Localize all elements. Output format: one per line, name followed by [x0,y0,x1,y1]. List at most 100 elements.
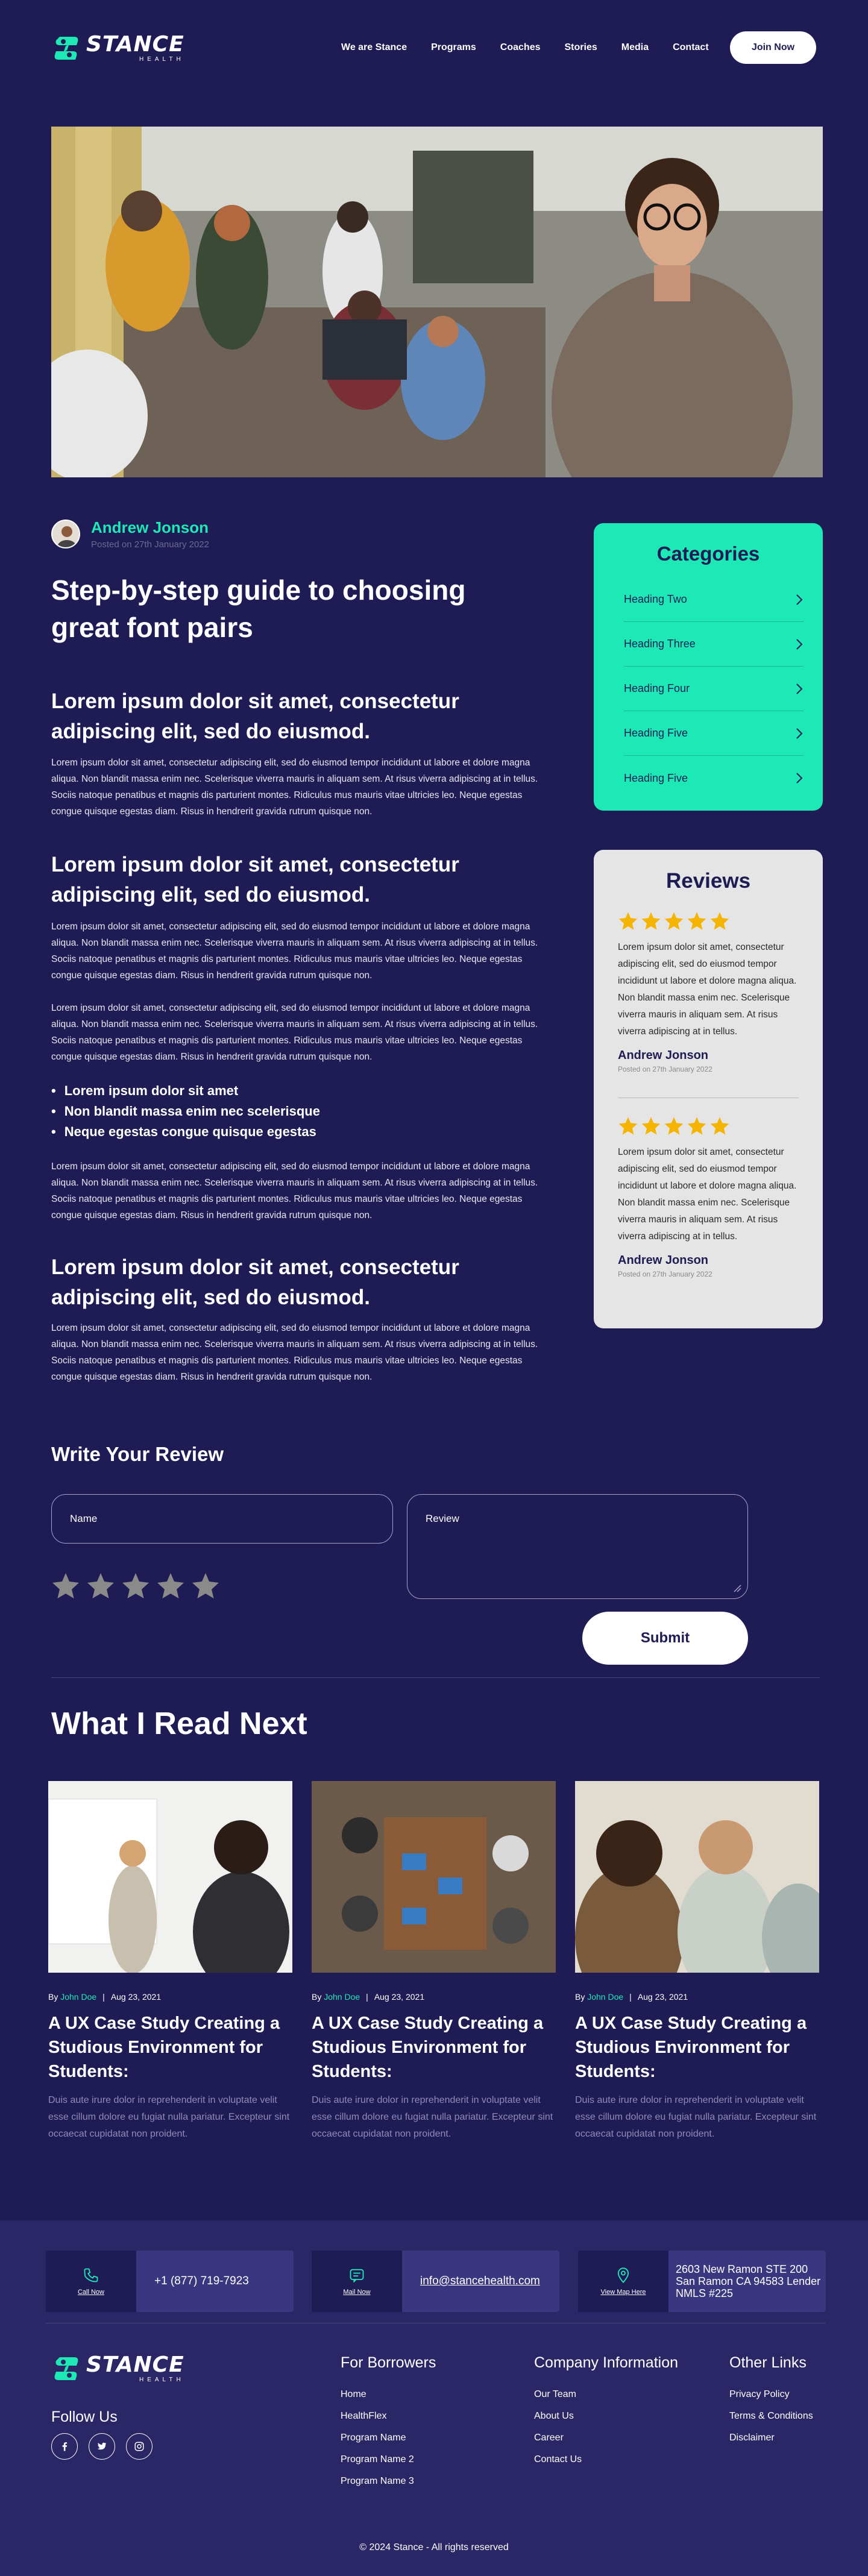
article-card[interactable]: By John Doe | Aug 23, 2021 A UX Case Stu… [575,1781,819,2143]
category-item[interactable]: Heading Four [624,667,804,711]
star-icon[interactable] [156,1572,185,1600]
reviews-panel: Reviews Lorem ipsum dolor sit amet, cons… [594,850,823,1328]
category-item[interactable]: Heading Five [624,711,804,756]
join-now-button[interactable]: Join Now [730,31,816,64]
contact-address[interactable]: View Map Here 2603 New Ramon STE 200 San… [578,2251,826,2312]
logo-mark-icon [54,37,78,60]
card-by: By [48,1992,58,2002]
nav-media[interactable]: Media [621,42,649,53]
review-text: Lorem ipsum dolor sit amet, consectetur … [618,942,797,1037]
card-author[interactable]: John Doe [324,1992,360,2002]
footer-link-home[interactable]: Home [341,2384,436,2405]
footer-link-program-name-3[interactable]: Program Name 3 [341,2471,436,2492]
nav-stories[interactable]: Stories [565,42,597,53]
chevron-right-icon [796,727,803,739]
footer-link-contact-us[interactable]: Contact Us [534,2449,678,2471]
section-paragraph-1: Lorem ipsum dolor sit amet, consectetur … [51,758,538,817]
review-date: Posted on 27th January 2022 [618,1065,712,1073]
nav-programs[interactable]: Programs [431,42,476,53]
instagram-button[interactable] [126,2433,153,2460]
footer-link-our-team[interactable]: Our Team [534,2384,678,2405]
contact-phone[interactable]: Call Now +1 (877) 719-7923 [46,2251,294,2312]
footer-link-career[interactable]: Career [534,2427,678,2449]
read-next-title: What I Read Next [51,1706,307,1741]
name-input[interactable]: Name [51,1494,393,1544]
chevron-right-icon [796,594,803,605]
resize-handle-icon[interactable] [733,1584,741,1592]
category-label: Heading Two [624,593,687,605]
nav-coaches[interactable]: Coaches [500,42,541,53]
email-address[interactable]: info@stancehealth.com [420,2275,540,2288]
category-item[interactable]: Heading Two [624,577,804,622]
star-rating [618,1116,799,1136]
nav-contact[interactable]: Contact [673,42,709,53]
footer-link-healthflex[interactable]: HealthFlex [341,2405,436,2427]
section-paragraph-5: Lorem ipsum dolor sit amet, consectetur … [51,1323,538,1382]
card-meta: By John Doe | Aug 23, 2021 [312,1992,425,2002]
view-map-link[interactable]: View Map Here [601,2289,646,2296]
star-icon[interactable] [86,1572,115,1600]
reviewer-name: Andrew Jonson [618,1254,709,1267]
contact-mail[interactable]: Mail Now info@stancehealth.com [312,2251,559,2312]
chevron-right-icon [796,638,803,650]
footer-column-title: Company Information [534,2354,679,2371]
article-card[interactable]: By John Doe | Aug 23, 2021 A UX Case Stu… [312,1781,556,2143]
reviewer-name: Andrew Jonson [618,1049,709,1062]
card-by: By [312,1992,322,2002]
card-title[interactable]: A UX Case Study Creating a Studious Envi… [312,2011,556,2084]
call-now-link[interactable]: Call Now [78,2289,104,2296]
categories-title: Categories [656,542,760,565]
section-paragraph-4: Lorem ipsum dolor sit amet, consectetur … [51,1161,538,1220]
card-image [575,1781,819,1973]
card-meta: By John Doe | Aug 23, 2021 [48,1992,162,2002]
address-text: 2603 New Ramon STE 200 San Ramon CA 9458… [676,2263,821,2299]
card-author[interactable]: John Doe [587,1992,623,2002]
category-item[interactable]: Heading Five [624,756,804,800]
write-review-title: Write Your Review [51,1443,224,1465]
footer-link-terms[interactable]: Terms & Conditions [729,2405,813,2427]
star-icon[interactable] [121,1572,150,1600]
facebook-icon [62,2442,68,2451]
card-title[interactable]: A UX Case Study Creating a Studious Envi… [48,2011,292,2084]
card-photo [575,1781,819,1973]
footer-link-program-name[interactable]: Program Name [341,2427,436,2449]
rating-input [51,1572,220,1600]
instagram-icon [134,2442,144,2451]
footer-link-privacy-policy[interactable]: Privacy Policy [729,2384,813,2405]
article-title: Step-by-step guide to choosing great fon… [51,574,466,643]
facebook-button[interactable] [51,2433,78,2460]
article-card[interactable]: By John Doe | Aug 23, 2021 A UX Case Stu… [48,1781,292,2143]
author-name[interactable]: Andrew Jonson [91,518,209,537]
footer-logo[interactable]: STANCE HEALTH [51,2354,184,2383]
card-description: Duis aute irure dolor in reprehenderit i… [312,2095,553,2139]
submit-button[interactable]: Submit [582,1612,748,1665]
review-textarea[interactable]: Review [407,1494,748,1599]
site-header: STANCE HEALTH We are Stance Programs Coa… [0,0,868,96]
card-by: By [575,1992,585,2002]
card-title[interactable]: A UX Case Study Creating a Studious Envi… [575,2011,819,2084]
categories-panel: Categories Heading Two Heading Three Hea… [594,523,823,811]
divider [51,1677,820,1678]
bullet-list: Lorem ipsum dolor sit amet Non blandit m… [51,1081,552,1142]
logo-text: STANCE HEALTH [86,34,184,63]
star-icon[interactable] [51,1572,80,1600]
category-label: Heading Three [624,638,696,650]
footer-link-disclaimer[interactable]: Disclaimer [729,2427,813,2449]
avatar-image [52,521,79,547]
nav-we-are-stance[interactable]: We are Stance [341,42,407,53]
review-text: Lorem ipsum dolor sit amet, consectetur … [618,1147,797,1242]
star-icon[interactable] [191,1572,220,1600]
brand-sub: HEALTH [139,2377,184,2383]
category-item[interactable]: Heading Three [624,622,804,667]
footer-link-program-name-2[interactable]: Program Name 2 [341,2449,436,2471]
mail-now-link[interactable]: Mail Now [343,2289,370,2296]
brand-logo[interactable]: STANCE HEALTH [51,34,184,63]
card-description: Duis aute irure dolor in reprehenderit i… [48,2095,290,2139]
card-date: Aug 23, 2021 [637,1992,688,2002]
card-author[interactable]: John Doe [60,1992,96,2002]
twitter-button[interactable] [89,2433,115,2460]
footer-link-about-us[interactable]: About Us [534,2405,678,2427]
card-date: Aug 23, 2021 [110,1992,162,2002]
category-label: Heading Four [624,682,690,694]
review-date: Posted on 27th January 2022 [618,1270,712,1278]
